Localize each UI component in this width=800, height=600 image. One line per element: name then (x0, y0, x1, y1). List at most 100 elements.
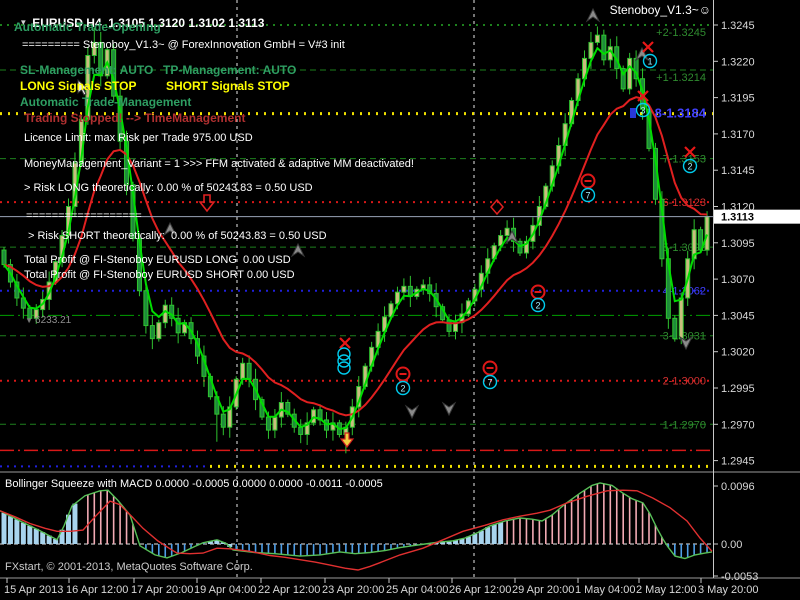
date-tick-label: 25 Apr 04:00 (386, 584, 448, 596)
trade-number-badge: 7 (484, 376, 497, 389)
macd-bar (119, 503, 121, 544)
date-tick-label: 26 Apr 12:00 (449, 584, 511, 596)
mt4-chart-window: +2-1.3245+1-1.32148-1.31847-1.31536-1.31… (0, 0, 800, 600)
indicator-text-line-14: Total Profit @ FI-Stenoboy EURUSD SHORT … (24, 270, 295, 281)
candle-body (150, 326, 154, 339)
svg-text:2: 2 (687, 162, 692, 172)
price-tick-label: 1.2995 (721, 383, 755, 395)
svg-text:2: 2 (535, 301, 540, 311)
up-arrow-icon (587, 9, 599, 21)
macd-bar (485, 527, 490, 544)
macd-bar (34, 529, 39, 544)
indicator-text-line-11: ================== (26, 211, 142, 222)
candle-body (679, 298, 683, 339)
macd-bar (40, 532, 45, 544)
macd-tick-label: 0.00 (721, 539, 742, 551)
macd-bar (655, 525, 657, 544)
macd-bar (687, 544, 689, 558)
macd-tick-label: -0.0053 (721, 571, 758, 583)
macd-bar (326, 544, 328, 554)
macd-bar (519, 518, 521, 544)
macd-bar (364, 544, 366, 553)
macd-bar (8, 516, 13, 544)
candle-body (221, 414, 225, 427)
date-tick-label: 2 May 12:00 (636, 584, 697, 596)
indicator-text-line-0: Automatic Trade-Opening (14, 21, 161, 33)
macd-bar (2, 513, 7, 544)
indicator-signature: Stenoboy_V1.3~☺ (610, 4, 711, 16)
price-tick-label: 1.3095 (721, 238, 755, 250)
macd-bar (332, 544, 334, 553)
macd-bar (268, 544, 270, 553)
macd-bar (603, 484, 605, 544)
indicator-text-line-6: Automatic Trade-Management (20, 96, 191, 108)
time-axis[interactable]: 15 Apr 201316 Apr 12:0017 Apr 20:0019 Ap… (4, 578, 759, 596)
macd-bar (492, 525, 497, 544)
date-tick-label: 3 May 20:00 (698, 584, 759, 596)
macd-bar (158, 544, 160, 556)
macd-bar (610, 485, 612, 544)
macd-bar (377, 544, 379, 551)
candle-body (157, 323, 161, 339)
date-tick-label: 16 Apr 12:00 (66, 584, 128, 596)
candle-body (163, 305, 167, 322)
macd-bar (319, 544, 321, 555)
macd-bar (616, 489, 618, 544)
price-tick-label: 1.3045 (721, 310, 755, 322)
date-tick-label: 15 Apr 2013 (4, 584, 63, 596)
subwindow-title: Bollinger Squeeze with MACD 0.0000 -0.00… (5, 479, 383, 490)
macd-bar (551, 515, 553, 544)
candle-body (602, 35, 606, 60)
macd-bar (479, 531, 484, 544)
indicator-text-line-10: > Risk LONG theoretically: 0.00 % of 502… (24, 183, 313, 194)
macd-bar (584, 490, 586, 544)
up-arrow-icon (292, 244, 304, 256)
indicator-text-line-13: Total Profit @ FI-Stenoboy EURUSD LONG 0… (24, 255, 291, 266)
trade-number-badge: 2 (684, 160, 697, 173)
indicator-text-line-2: SL-Management: AUTO (20, 64, 153, 76)
copyright-note: FXstart, © 2001-2013, MetaQuotes Softwar… (5, 562, 253, 573)
down-arrow-icon (443, 403, 455, 415)
macd-bar (498, 522, 503, 544)
macd-bar (72, 504, 77, 544)
macd-bar (532, 519, 534, 544)
indicator-text-line-1: ========= Stenoboy_V1.3~ @ ForexInnovati… (22, 40, 345, 51)
svg-text:7: 7 (585, 191, 590, 201)
macd-bar (100, 491, 102, 544)
indicator-text-line-5: SHORT Signals STOP (166, 80, 290, 92)
candle-body (595, 35, 599, 42)
candle-body (299, 427, 303, 434)
date-tick-label: 29 Apr 20:00 (512, 584, 574, 596)
current-price-label: 1.3113 (721, 212, 754, 224)
no-entry-icon (484, 362, 497, 375)
macd-bar (629, 497, 631, 544)
candle-body (312, 410, 316, 423)
indicator-text-line-4: LONG Signals STOP (20, 80, 136, 92)
macd-bar (21, 523, 26, 544)
macd-bar (87, 495, 89, 544)
candle-body (273, 417, 277, 430)
svg-text:3: 3 (640, 106, 645, 116)
price-tick-label: 1.2945 (721, 456, 755, 468)
macd-bar (642, 503, 644, 544)
macd-bar (693, 544, 695, 555)
macd-bar (261, 544, 263, 553)
macd-bar (571, 499, 573, 544)
macd-bar (293, 544, 295, 556)
candle-body (247, 363, 251, 379)
macd-bar (558, 509, 560, 544)
price-tick-label: 1.3195 (721, 93, 755, 105)
candle-body (266, 417, 270, 430)
level-label: +2-1.3245 (656, 27, 706, 39)
stacked-orders-icon (338, 348, 350, 374)
price-tick-label: 1.2970 (721, 419, 755, 431)
macd-bar (300, 544, 302, 556)
macd-panel[interactable] (0, 483, 713, 570)
candle-body (705, 217, 709, 250)
close-signal-x-icon (340, 338, 350, 348)
candle-body (241, 363, 245, 379)
indicator-text-line-12: > Risk SHORT theoretically: 0.00 % of 50… (28, 231, 327, 242)
macd-bar (680, 544, 682, 558)
indicator-text-line-8: Licence Limit: max Risk per Trade 975.00… (24, 133, 253, 144)
no-entry-icon (532, 286, 545, 299)
